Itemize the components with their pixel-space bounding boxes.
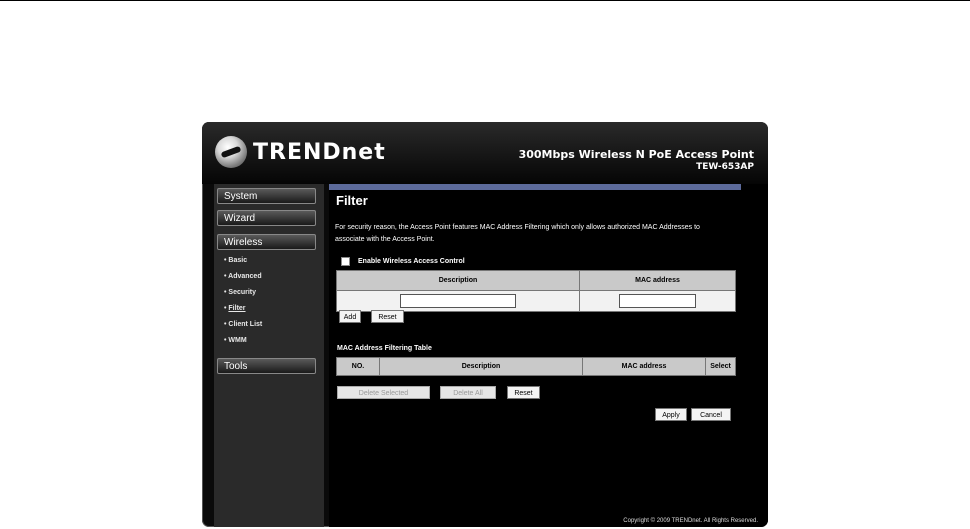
submenu-advanced[interactable]: • Advanced xyxy=(224,269,262,285)
enable-access-control-checkbox[interactable] xyxy=(341,257,350,266)
delete-all-button[interactable]: Delete All xyxy=(440,386,496,399)
main-content: Filter For security reason, the Access P… xyxy=(329,184,768,527)
menu-tools[interactable]: Tools xyxy=(217,358,316,374)
header-description: Description xyxy=(336,270,580,291)
submenu-basic[interactable]: • Basic xyxy=(224,253,262,269)
submenu-filter[interactable]: • Filter xyxy=(224,301,262,317)
table-reset-button[interactable]: Reset xyxy=(507,386,540,399)
submenu-security[interactable]: • Security xyxy=(224,285,262,301)
brand-name: TRENDnet xyxy=(253,139,386,165)
add-button[interactable]: Add xyxy=(339,310,361,323)
mac-address-input[interactable] xyxy=(619,293,696,308)
submenu-client-list[interactable]: • Client List xyxy=(224,317,262,333)
header-no: NO. xyxy=(336,357,380,376)
sidebar: System Wizard Wireless • Basic • Advance… xyxy=(214,184,324,527)
wireless-submenu: • Basic • Advanced • Security • Filter •… xyxy=(224,253,262,349)
enable-access-control-row: Enable Wireless Access Control xyxy=(341,257,465,266)
reset-button[interactable]: Reset xyxy=(371,310,404,323)
page-description: For security reason, the Access Point fe… xyxy=(335,224,700,243)
product-name: 300Mbps Wireless N PoE Access Point xyxy=(518,148,754,161)
header-mac-address: MAC address xyxy=(579,270,736,291)
content-top-bar xyxy=(329,184,741,190)
mac-filtering-table: NO. Description MAC address Select xyxy=(336,357,736,376)
description-input[interactable] xyxy=(400,293,516,308)
header-banner: TRENDnet 300Mbps Wireless N PoE Access P… xyxy=(202,122,768,184)
mac-cell xyxy=(579,290,736,312)
header-description: Description xyxy=(379,357,583,376)
filtering-table-title: MAC Address Filtering Table xyxy=(337,345,432,352)
router-admin-frame: TRENDnet 300Mbps Wireless N PoE Access P… xyxy=(202,122,768,527)
delete-selected-button[interactable]: Delete Selected xyxy=(337,386,430,399)
product-model: TEW-653AP xyxy=(696,162,754,172)
page-title: Filter xyxy=(336,193,368,208)
submenu-wmm[interactable]: • WMM xyxy=(224,333,262,349)
header-mac-address: MAC address xyxy=(582,357,706,376)
brand-logo: TRENDnet xyxy=(215,136,386,168)
menu-wireless[interactable]: Wireless xyxy=(217,234,316,250)
menu-system[interactable]: System xyxy=(217,188,316,204)
copyright-text: Copyright © 2009 TRENDnet. All Rights Re… xyxy=(623,518,758,524)
header-select: Select xyxy=(705,357,736,376)
trendnet-logo-icon xyxy=(215,136,247,168)
enable-access-control-label: Enable Wireless Access Control xyxy=(358,258,465,265)
cancel-button[interactable]: Cancel xyxy=(691,408,731,421)
add-entry-table: Description MAC address xyxy=(336,270,736,312)
top-rule xyxy=(0,0,970,1)
menu-wizard[interactable]: Wizard xyxy=(217,210,316,226)
apply-button[interactable]: Apply xyxy=(655,408,687,421)
description-cell xyxy=(336,290,580,312)
product-title: 300Mbps Wireless N PoE Access Point TEW-… xyxy=(519,149,754,173)
